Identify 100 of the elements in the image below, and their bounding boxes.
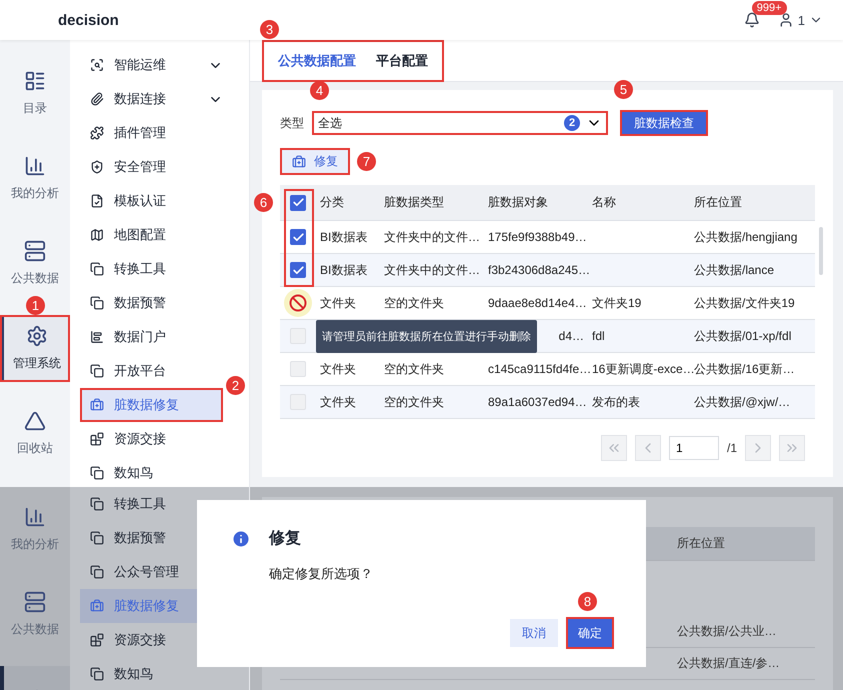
rail-item[interactable]: 目录 [0,60,70,127]
tab[interactable]: 公共数据配置 [270,52,364,70]
rail-item[interactable]: 回收站 [0,400,70,467]
dialog-message: 确定修复所选项？ [269,565,374,583]
copy-icon [90,262,104,276]
previous-page-button[interactable] [634,435,661,461]
column-header: 脏数据对象 [487,194,549,211]
callout-marker: 8 [578,592,597,611]
callout-marker: 6 [254,193,273,212]
menu-item[interactable]: 数据预警 [80,286,223,320]
copy-icon [90,565,104,579]
table-cell-text: BI数据表 [319,228,368,246]
menu-item[interactable]: 资源交接 [80,422,223,456]
copy-icon [90,667,104,681]
column-header: 分类 [319,194,345,211]
menu-item[interactable]: 转换工具 [80,252,223,286]
user-menu[interactable]: 1 [778,12,823,28]
tooltip: 请管理员前往脏数据所在位置进行手动删除 [316,320,537,353]
puzzle-icon [90,126,104,140]
file-icon [90,194,104,208]
table-cell-text: fdl [591,329,606,343]
rail-item[interactable]: 我的分析 [0,145,70,212]
column-header: 所在位置 [693,194,743,211]
gear-icon [26,325,48,347]
menu-item[interactable]: 数据预警 [80,521,229,555]
column-header: 所在位置 [677,535,726,552]
row-checkbox[interactable] [290,229,306,245]
menu-item[interactable]: 开放平台 [80,354,223,388]
first-page-button[interactable] [600,435,627,461]
copy-icon [90,296,104,310]
menu-item[interactable]: 公众号管理 [80,555,229,589]
chart-icon [24,506,46,528]
table-cell-text: 文件夹中的文件… [383,228,481,246]
table-cell-text: 文件夹 [319,360,357,378]
table-cell-text: 文件夹中的文件… [383,262,481,278]
selected-count: 2 [564,115,580,131]
kit-icon [292,154,306,168]
menu-item[interactable]: 数知鸟 [80,456,223,490]
type-select[interactable]: 全选 2 [312,111,608,135]
menu-item[interactable]: 模板认证 [80,184,223,218]
table-cell-text: 公共数据/@xjw/… [693,394,792,410]
cancel-button[interactable]: 取消 [510,619,558,647]
repair-button[interactable]: 修复 [280,148,350,175]
notification-count: 999+ [752,1,787,15]
copy-icon [90,364,104,378]
bell-icon [744,12,760,28]
table-cell-text: 公共数据/直连/参… [677,655,781,672]
blocks-icon [90,633,104,647]
triangle-icon [24,410,46,432]
menu-item[interactable]: 数据连接 [80,82,223,116]
chart-icon [90,330,104,344]
table-cell-text: 公共数据/lance [693,262,776,278]
table-cell-text: 文件夹19 [591,294,642,312]
rail-item[interactable]: 管理系统 [0,315,70,382]
column-header: 名称 [591,194,617,211]
callout-marker: 5 [614,80,633,99]
shield-icon [90,160,104,174]
table-cell-text: c145ca9115fd4fe… [487,362,588,376]
kit-icon [90,398,104,412]
menu-item[interactable]: 转换工具 [80,487,229,521]
row-checkbox[interactable] [290,262,306,278]
table-cell-text: f3b24306d8a245… [487,263,588,277]
page-total: /1 [726,441,737,455]
select-all-checkbox[interactable] [290,194,306,210]
rail-item[interactable]: 公共数据 [0,230,70,297]
menu-item[interactable]: 安全管理 [80,150,223,184]
table-cell-text: 公共数据/公共业… [677,623,778,640]
table-cell-text: 89a1a6037ed94… [487,395,588,409]
confirm-button[interactable]: 确定 [566,617,614,649]
menu-item[interactable]: 数据门户 [80,320,223,354]
map-icon [90,228,104,242]
table-cell-text: 空的文件夹 [383,360,445,378]
table-cell-text: 公共数据/文件夹19 [693,294,796,312]
table-cell-text: BI数据表 [319,262,368,278]
list-icon [24,70,46,92]
check-button[interactable]: 脏数据检查 [620,110,708,136]
page-input[interactable]: 1 [668,436,719,460]
callout-marker: 1 [26,296,45,315]
menu-item[interactable]: 脏数据修复 [80,388,223,422]
server-icon [24,591,46,613]
notification-button[interactable] [744,12,760,28]
blocks-icon [90,432,104,446]
menu-item[interactable]: 资源交接 [80,623,229,657]
last-page-button[interactable] [779,435,805,461]
menu-item[interactable]: 数知鸟 [80,657,229,690]
next-page-button[interactable] [745,435,771,461]
table-cell-text: d4… [558,329,585,343]
callout-marker: 4 [310,81,329,100]
tab[interactable]: 平台配置 [368,52,436,70]
copy-icon [90,497,104,511]
table-cell-text: 空的文件夹 [383,394,445,410]
dialog-title: 修复 [269,528,301,549]
table-cell-text: 文件夹 [319,394,357,410]
copy-icon [90,466,104,480]
copy-icon [90,531,104,545]
menu-item[interactable]: 智能运维 [80,48,223,82]
menu-item[interactable]: 插件管理 [80,116,223,150]
table-cell-text: 公共数据/hengjiang [693,228,798,246]
column-header: 脏数据类型 [383,194,445,211]
menu-item[interactable]: 地图配置 [80,218,223,252]
